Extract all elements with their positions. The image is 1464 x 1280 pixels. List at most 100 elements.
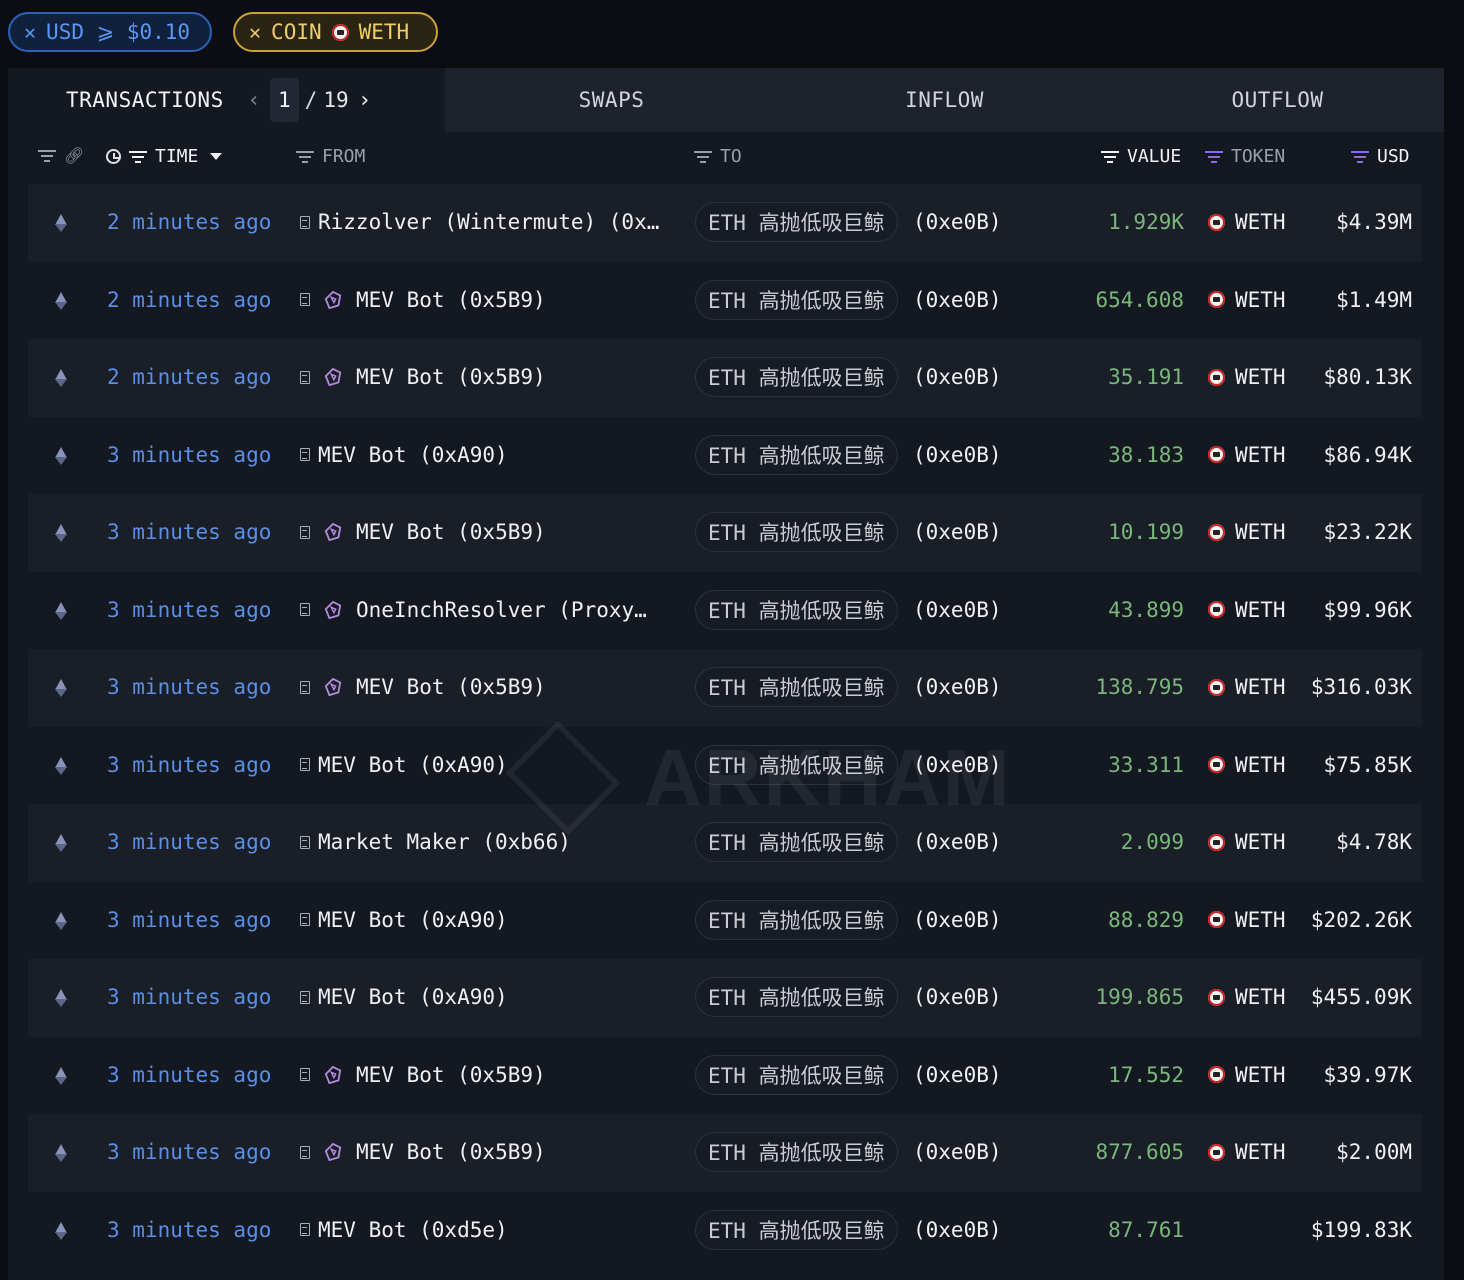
token-header[interactable]: TOKEN — [1205, 146, 1285, 167]
row-to-address[interactable]: (0xe0B) — [913, 1218, 1002, 1242]
row-to-address[interactable]: (0xe0B) — [913, 210, 1002, 234]
row-to-entity-chip[interactable]: ETH 高抛低吸巨鲸 — [695, 357, 898, 397]
row-from-entity[interactable]: MEV Bot (0xA90) — [300, 753, 680, 777]
usd-filter-chip[interactable]: ✕ USD ⩾ $0.10 — [8, 12, 212, 52]
row-token[interactable]: WETH — [1208, 675, 1286, 699]
row-to-address[interactable]: (0xe0B) — [913, 1140, 1002, 1164]
row-to-address[interactable]: (0xe0B) — [913, 753, 1002, 777]
row-from-entity[interactable]: MEV Bot (0x5B9) — [300, 675, 680, 699]
row-to-entity-chip[interactable]: ETH 高抛低吸巨鲸 — [695, 512, 898, 552]
row-to-entity-chip[interactable]: ETH 高抛低吸巨鲸 — [695, 279, 898, 320]
row-to-entity-chip[interactable]: ETH 高抛低吸巨鲸 — [695, 822, 898, 862]
table-row[interactable]: 2 minutes ago MEV Bot (0x5B9) ETH 高抛低吸巨鲸… — [28, 262, 1422, 340]
tab-transactions[interactable]: TRANSACTIONS ‹ 1 / 19 › — [8, 68, 445, 132]
row-time-link[interactable]: 3 minutes ago — [107, 1218, 271, 1242]
row-to-address[interactable]: (0xe0B) — [913, 1063, 1002, 1087]
time-header[interactable]: TIME — [106, 146, 223, 167]
row-to-entity-chip[interactable]: ETH 高抛低吸巨鲸 — [695, 1209, 898, 1250]
row-from-entity[interactable]: MEV Bot (0x5B9) — [300, 520, 680, 544]
row-from-entity[interactable]: MEV Bot (0x5B9) — [300, 1140, 680, 1164]
row-to-entity-chip[interactable]: ETH 高抛低吸巨鲸 — [695, 667, 898, 707]
row-to-entity-chip[interactable]: ETH 高抛低吸巨鲸 — [695, 1054, 898, 1095]
table-row[interactable]: 3 minutes ago MEV Bot (0xA90) ETH 高抛低吸巨鲸… — [28, 882, 1422, 960]
row-token[interactable]: WETH — [1208, 985, 1286, 1009]
row-to-entity-chip[interactable]: ETH 高抛低吸巨鲸 — [695, 202, 898, 242]
row-from-entity[interactable]: Market Maker (0xb66) — [300, 830, 680, 854]
row-time-link[interactable]: 3 minutes ago — [107, 985, 271, 1009]
row-to-entity-chip[interactable]: ETH 高抛低吸巨鲸 — [695, 434, 898, 475]
filter-icon[interactable] — [694, 151, 712, 163]
filter-active-icon[interactable] — [1351, 151, 1369, 163]
from-header[interactable]: FROM — [296, 146, 365, 167]
close-icon[interactable]: ✕ — [249, 20, 261, 44]
row-time-link[interactable]: 3 minutes ago — [107, 830, 271, 854]
table-row[interactable]: 3 minutes ago MEV Bot (0x5B9) ETH 高抛低吸巨鲸… — [28, 1114, 1422, 1192]
row-time-link[interactable]: 3 minutes ago — [107, 520, 271, 544]
coin-filter-chip[interactable]: ✕ COIN WETH — [233, 12, 438, 52]
usd-header[interactable]: USD — [1351, 146, 1410, 167]
table-row[interactable]: 2 minutes ago Rizzolver (Wintermute) (0x… — [28, 184, 1422, 262]
row-token[interactable]: WETH — [1208, 598, 1286, 622]
table-row[interactable]: 3 minutes ago MEV Bot (0xA90) ETH 高抛低吸巨鲸… — [28, 959, 1422, 1037]
row-to-address[interactable]: (0xe0B) — [913, 908, 1002, 932]
row-from-entity[interactable]: MEV Bot (0x5B9) — [300, 1063, 680, 1087]
row-to-address[interactable]: (0xe0B) — [913, 443, 1002, 467]
row-to-entity-chip[interactable]: ETH 高抛低吸巨鲸 — [695, 977, 898, 1017]
filter-active-icon[interactable] — [1205, 151, 1223, 163]
row-to-address[interactable]: (0xe0B) — [913, 830, 1002, 854]
tab-swaps[interactable]: SWAPS — [445, 68, 778, 132]
row-from-entity[interactable]: OneInchResolver (Proxy… — [300, 598, 680, 622]
table-row[interactable]: 3 minutes ago MEV Bot (0x5B9) ETH 高抛低吸巨鲸… — [28, 494, 1422, 572]
row-to-address[interactable]: (0xe0B) — [913, 598, 1002, 622]
row-time-link[interactable]: 2 minutes ago — [107, 210, 271, 234]
table-row[interactable]: 3 minutes ago MEV Bot (0xd5e) ETH 高抛低吸巨鲸… — [28, 1192, 1422, 1270]
row-time-link[interactable]: 3 minutes ago — [107, 598, 271, 622]
tab-inflow[interactable]: INFLOW — [778, 68, 1111, 132]
row-to-entity-chip[interactable]: ETH 高抛低吸巨鲸 — [695, 744, 898, 785]
row-token[interactable]: WETH — [1208, 1140, 1286, 1164]
table-row[interactable]: 3 minutes ago OneInchResolver (Proxy… ET… — [28, 572, 1422, 650]
row-from-entity[interactable]: MEV Bot (0xA90) — [300, 443, 680, 467]
row-time-link[interactable]: 2 minutes ago — [107, 365, 271, 389]
row-token[interactable]: WETH — [1208, 210, 1286, 234]
value-header[interactable]: VALUE — [1101, 146, 1181, 167]
row-time-link[interactable]: 3 minutes ago — [107, 908, 271, 932]
table-row[interactable]: 3 minutes ago MEV Bot (0x5B9) ETH 高抛低吸巨鲸… — [28, 1037, 1422, 1115]
row-time-link[interactable]: 3 minutes ago — [107, 1140, 271, 1164]
row-from-entity[interactable]: MEV Bot (0xA90) — [300, 908, 680, 932]
filter-icon[interactable] — [38, 150, 56, 162]
to-header[interactable]: TO — [694, 146, 742, 167]
table-row[interactable]: 3 minutes ago MEV Bot (0xA90) ETH 高抛低吸巨鲸… — [28, 417, 1422, 495]
row-to-address[interactable]: (0xe0B) — [913, 520, 1002, 544]
close-icon[interactable]: ✕ — [24, 20, 36, 44]
row-time-link[interactable]: 3 minutes ago — [107, 1063, 271, 1087]
row-to-entity-chip[interactable]: ETH 高抛低吸巨鲸 — [695, 1132, 898, 1172]
table-row[interactable]: 3 minutes ago Market Maker (0xb66) ETH 高… — [28, 804, 1422, 882]
table-row[interactable]: 3 minutes ago MEV Bot (0x5B9) ETH 高抛低吸巨鲸… — [28, 649, 1422, 727]
table-row[interactable]: 2 minutes ago MEV Bot (0x5B9) ETH 高抛低吸巨鲸… — [28, 339, 1422, 417]
row-token[interactable]: WETH — [1208, 288, 1286, 312]
row-to-address[interactable]: (0xe0B) — [913, 985, 1002, 1009]
row-from-entity[interactable]: MEV Bot (0xd5e) — [300, 1218, 680, 1242]
current-page[interactable]: 1 — [270, 78, 299, 122]
row-token[interactable]: WETH — [1208, 520, 1286, 544]
row-token[interactable]: WETH — [1208, 753, 1286, 777]
row-to-entity-chip[interactable]: ETH 高抛低吸巨鲸 — [695, 589, 898, 630]
filter-icon[interactable] — [129, 151, 147, 163]
tab-outflow[interactable]: OUTFLOW — [1111, 68, 1444, 132]
row-from-entity[interactable]: MEV Bot (0x5B9) — [300, 365, 680, 389]
row-time-link[interactable]: 2 minutes ago — [107, 288, 271, 312]
row-time-link[interactable]: 3 minutes ago — [107, 675, 271, 699]
row-to-address[interactable]: (0xe0B) — [913, 675, 1002, 699]
row-from-entity[interactable]: MEV Bot (0x5B9) — [300, 288, 680, 312]
row-token[interactable]: WETH — [1208, 1063, 1286, 1087]
chevron-left-icon[interactable]: ‹ — [244, 88, 264, 113]
row-from-entity[interactable]: Rizzolver (Wintermute) (0x… — [300, 210, 680, 234]
chevron-right-icon[interactable]: › — [355, 88, 375, 113]
filter-icon[interactable] — [1101, 151, 1119, 163]
row-time-link[interactable]: 3 minutes ago — [107, 443, 271, 467]
sort-desc-icon[interactable] — [210, 153, 223, 160]
row-token[interactable]: WETH — [1208, 830, 1286, 854]
filter-icon[interactable] — [296, 151, 314, 163]
row-token[interactable]: WETH — [1208, 908, 1286, 932]
